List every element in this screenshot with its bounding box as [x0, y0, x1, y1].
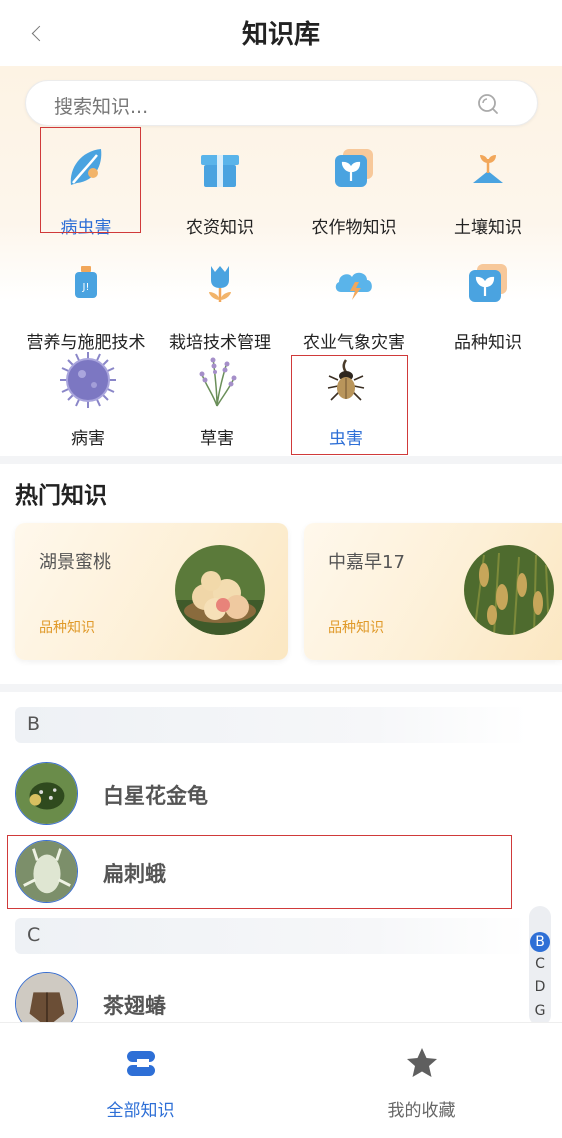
category-disease[interactable]: 病害	[21, 348, 155, 449]
weed-icon	[199, 357, 237, 407]
highlight-box-insect	[291, 355, 408, 455]
stack-layers-icon	[126, 1051, 155, 1076]
category-label: 农作物知识	[311, 218, 397, 238]
svg-text:J!: J!	[82, 282, 90, 293]
white-spotted-beetle-photo	[15, 762, 78, 825]
category-label: 农资知识	[186, 218, 254, 238]
rice-photo	[464, 545, 554, 635]
index-letter-header: B	[15, 707, 528, 743]
bottom-tab-bar: 全部知识 我的收藏	[0, 1022, 562, 1138]
category-soil[interactable]: 土壤知识	[421, 137, 555, 238]
category-label: 土壤知识	[454, 218, 522, 238]
section-divider	[0, 456, 562, 464]
hot-card-name: 湖景蜜桃	[39, 552, 111, 573]
soil-sprout-icon	[473, 155, 503, 183]
peach-photo	[175, 545, 265, 635]
page-title: 知识库	[241, 20, 320, 50]
highlight-box-list-item	[7, 835, 512, 909]
list-item[interactable]: 白星花金龟	[15, 762, 515, 826]
hot-card-rice[interactable]: 中嘉早17 品种知识	[304, 523, 562, 660]
alphabet-letter[interactable]: G	[529, 1003, 551, 1019]
list-item-name: 茶翅蝽	[103, 994, 166, 1018]
category-label: 病害	[71, 429, 105, 449]
index-letter-header: C	[15, 918, 528, 954]
category-variety[interactable]: 品种知识	[421, 252, 555, 353]
weather-cloud-icon	[335, 272, 372, 300]
star-icon	[406, 1048, 437, 1077]
search-icon[interactable]	[477, 93, 499, 115]
search-placeholder: 搜索知识...	[54, 96, 149, 118]
variety-sprout-icon	[469, 264, 507, 302]
category-agri-supplies[interactable]: 农资知识	[153, 137, 287, 238]
list-item-name: 白星花金龟	[103, 784, 208, 808]
search-input[interactable]: 搜索知识...	[25, 80, 538, 126]
alphabet-letter[interactable]: B	[530, 932, 550, 952]
hot-card-tag: 品种知识	[328, 620, 384, 636]
alphabet-letter[interactable]: D	[529, 979, 551, 995]
alphabet-index[interactable]: B C D G	[529, 906, 551, 1026]
index-letter: B	[27, 713, 41, 735]
category-crop[interactable]: 农作物知识	[287, 137, 421, 238]
category-cultivation[interactable]: 栽培技术管理	[153, 252, 287, 353]
tab-label: 全部知识	[106, 1101, 175, 1121]
stink-bug-photo	[15, 972, 78, 1022]
header-bar: 知识库	[0, 0, 562, 66]
hot-card-peach[interactable]: 湖景蜜桃 品种知识	[15, 523, 288, 660]
category-weather[interactable]: 农业气象灾害	[287, 252, 421, 353]
category-nutrition[interactable]: J! 营养与施肥技术	[19, 252, 153, 353]
tab-all-knowledge[interactable]: 全部知识	[0, 1023, 281, 1138]
virus-icon	[60, 352, 116, 408]
alphabet-letter[interactable]: C	[529, 956, 551, 972]
fertilizer-bottle-icon: J!	[75, 266, 97, 298]
category-label: 草害	[200, 429, 234, 449]
index-letter: C	[27, 924, 41, 946]
tulip-icon	[209, 266, 231, 302]
crop-sprout-icon	[335, 149, 373, 187]
category-weed[interactable]: 草害	[150, 348, 284, 449]
gift-box-icon	[201, 155, 239, 187]
hot-card-name: 中嘉早17	[328, 552, 405, 573]
hot-card-tag: 品种知识	[39, 620, 95, 636]
highlight-box-pest	[40, 127, 141, 233]
tab-label: 我的收藏	[387, 1101, 456, 1121]
hot-section-title: 热门知识	[15, 483, 107, 509]
list-item[interactable]: 茶翅蝽	[15, 972, 515, 1022]
section-divider	[0, 684, 562, 692]
category-label: 品种知识	[454, 333, 522, 353]
tab-favorites[interactable]: 我的收藏	[281, 1023, 562, 1138]
